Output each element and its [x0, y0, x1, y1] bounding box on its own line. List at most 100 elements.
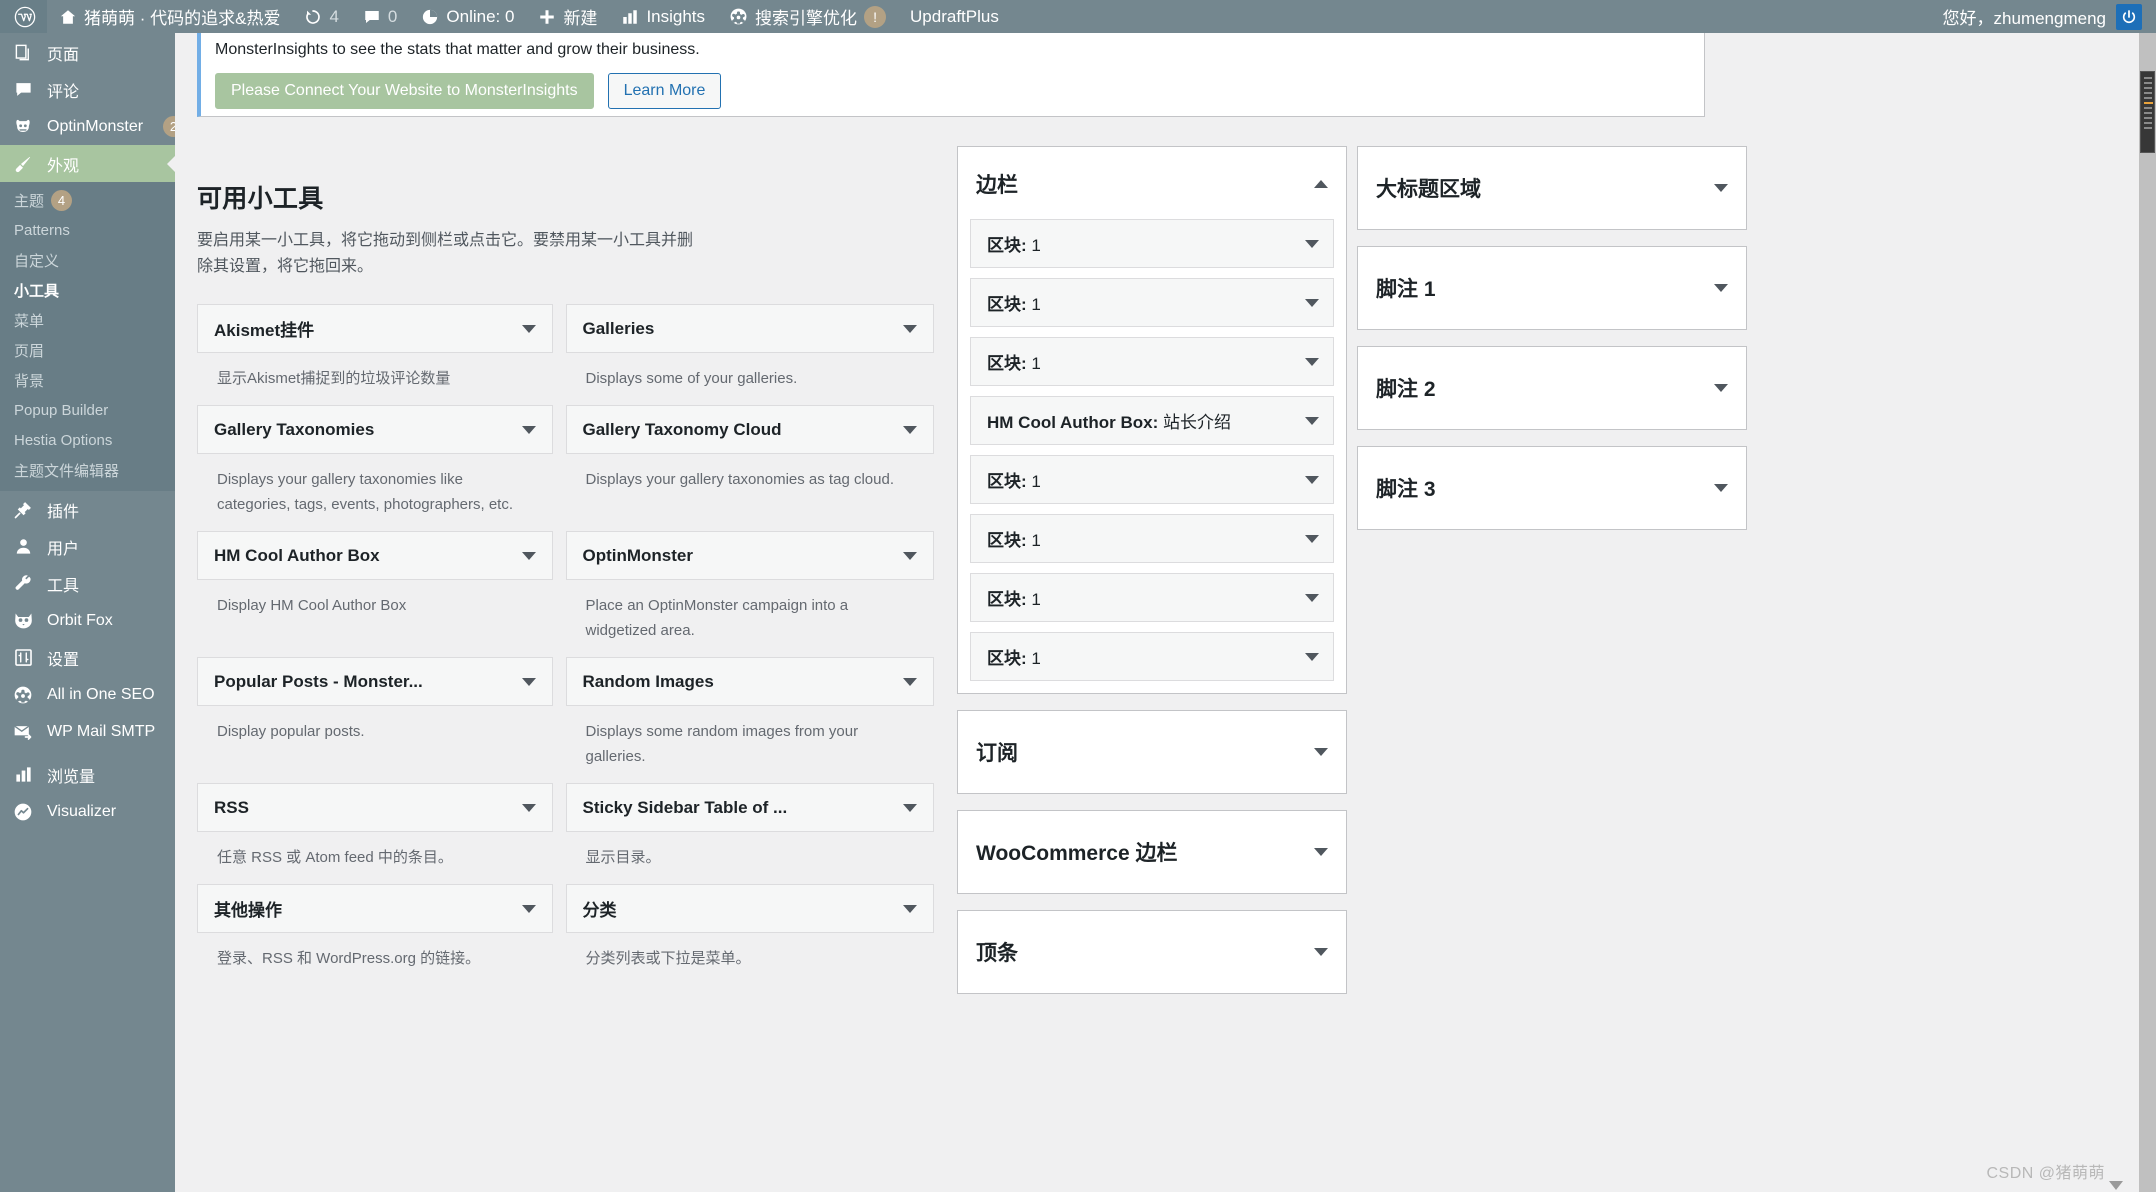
sidebar-item-plugins[interactable]: 插件 — [0, 491, 175, 528]
chevron-down-icon[interactable] — [521, 803, 536, 812]
sidebar-item-comments[interactable]: 评论 — [0, 71, 175, 108]
sidebar-item-optinmonster[interactable]: OptinMonster 2 — [0, 108, 175, 145]
chevron-up-icon[interactable] — [1314, 180, 1328, 188]
chevron-down-icon[interactable] — [1305, 298, 1319, 307]
chevron-down-icon[interactable] — [1305, 357, 1319, 366]
widget-area-header[interactable]: 订阅 — [958, 711, 1346, 793]
assigned-widget[interactable]: 区块: 1 — [970, 337, 1334, 386]
chevron-down-icon[interactable] — [903, 324, 917, 333]
comments-button[interactable]: 0 — [351, 0, 409, 33]
sidebar-subitem-hestia-options[interactable]: Hestia Options — [0, 425, 175, 455]
power-icon[interactable] — [2116, 3, 2142, 30]
chevron-down-icon[interactable] — [521, 425, 536, 434]
chevron-down-icon[interactable] — [1314, 948, 1328, 956]
assigned-widget[interactable]: 区块: 1 — [970, 455, 1334, 504]
learn-more-button[interactable]: Learn More — [607, 73, 722, 109]
updates-button[interactable]: 4 — [292, 0, 350, 33]
sidebar-item-orbit-fox[interactable]: Orbit Fox — [0, 602, 175, 639]
page-scrollbar[interactable] — [2139, 33, 2156, 1192]
available-widget[interactable]: RSS — [197, 783, 553, 832]
chevron-down-icon[interactable] — [903, 803, 917, 812]
sidebar-item-wp-mail-smtp[interactable]: WP Mail SMTP — [0, 713, 175, 750]
available-widget[interactable]: 其他操作 — [197, 884, 553, 933]
widget-area-header[interactable]: 顶条 — [958, 911, 1346, 993]
chevron-down-icon[interactable] — [1305, 593, 1319, 602]
sidebar-item-visualizer[interactable]: Visualizer — [0, 793, 175, 830]
assigned-widget-value-text: 1 — [1031, 295, 1041, 314]
available-widget[interactable]: Gallery Taxonomies — [197, 405, 553, 454]
chevron-down-icon[interactable] — [903, 551, 917, 560]
sidebar-subitem-widgets[interactable]: 小工具 — [0, 275, 175, 305]
chevron-down-icon[interactable] — [1714, 184, 1728, 192]
chevron-down-icon[interactable] — [1714, 484, 1728, 492]
available-widget-title: OptinMonster — [582, 545, 694, 565]
widget-area-header[interactable]: WooCommerce 边栏 — [958, 811, 1346, 893]
available-widget[interactable]: Popular Posts - Monster... — [197, 657, 553, 706]
account-greeting[interactable]: 您好，zhumengmeng — [1943, 4, 2106, 29]
widget-area-header[interactable]: 边栏 — [958, 147, 1346, 219]
chevron-down-icon[interactable] — [521, 677, 536, 686]
chevron-down-icon[interactable] — [1714, 384, 1728, 392]
chevron-down-icon[interactable] — [903, 425, 917, 434]
sidebar-subitem-patterns[interactable]: Patterns — [0, 215, 175, 245]
seo-button[interactable]: 搜索引擎优化 ! — [717, 0, 898, 33]
chevron-down-icon[interactable] — [1305, 652, 1319, 661]
chevron-down-icon[interactable] — [1305, 534, 1319, 543]
scrollbar-thumb[interactable] — [2140, 71, 2155, 153]
sidebar-subitem-header[interactable]: 页眉 — [0, 335, 175, 365]
sidebar-item-settings[interactable]: 设置 — [0, 639, 175, 676]
chevron-down-icon[interactable] — [1314, 748, 1328, 756]
chevron-down-icon[interactable] — [521, 904, 536, 913]
chevron-down-icon[interactable] — [1305, 239, 1319, 248]
assigned-widget[interactable]: 区块: 1 — [970, 278, 1334, 327]
widget-area-header[interactable]: 大标题区域 — [1358, 147, 1746, 229]
updraftplus-button[interactable]: UpdraftPlus — [898, 0, 1011, 33]
widget-area: 脚注 2 — [1357, 346, 1747, 430]
chevron-down-icon[interactable] — [521, 324, 536, 333]
sidebar-subitem-theme-file-editor[interactable]: 主题文件编辑器 — [0, 455, 175, 485]
updraftplus-label: UpdraftPlus — [910, 6, 999, 26]
chevron-down-icon[interactable] — [903, 677, 917, 686]
chevron-down-icon[interactable] — [1714, 284, 1728, 292]
sidebar-subitem-customize[interactable]: 自定义 — [0, 245, 175, 275]
chevron-down-icon[interactable] — [1314, 848, 1328, 856]
widget-area-header[interactable]: 脚注 2 — [1358, 347, 1746, 429]
sidebar-item-users[interactable]: 用户 — [0, 528, 175, 565]
assigned-widget[interactable]: HM Cool Author Box: 站长介绍 — [970, 396, 1334, 445]
chevron-down-icon[interactable] — [521, 551, 536, 560]
new-content-button[interactable]: 新建 — [526, 0, 609, 33]
available-widget[interactable]: Gallery Taxonomy Cloud — [565, 405, 934, 454]
chevron-down-icon[interactable] — [903, 904, 917, 913]
sidebar-item-views[interactable]: 浏览量 — [0, 756, 175, 793]
sidebar-subitem-themes[interactable]: 主题 4 — [0, 185, 175, 215]
available-widget[interactable]: HM Cool Author Box — [197, 531, 553, 580]
online-button[interactable]: Online: 0 — [409, 0, 526, 33]
available-widget[interactable]: 分类 — [565, 884, 934, 933]
assigned-widget[interactable]: 区块: 1 — [970, 514, 1334, 563]
insights-button[interactable]: Insights — [609, 0, 717, 33]
widget-area-header[interactable]: 脚注 1 — [1358, 247, 1746, 329]
available-widget[interactable]: Random Images — [565, 657, 934, 706]
assigned-widget-name: 区块: — [987, 295, 1027, 314]
sidebar-subitem-popup-builder[interactable]: Popup Builder — [0, 395, 175, 425]
sidebar-item-pages[interactable]: 页面 — [0, 34, 175, 71]
site-name-button[interactable]: 猪萌萌 · 代码的追求&热爱 — [47, 0, 292, 33]
chevron-down-icon[interactable] — [1305, 475, 1319, 484]
sidebar-subitem-background[interactable]: 背景 — [0, 365, 175, 395]
assigned-widget[interactable]: 区块: 1 — [970, 219, 1334, 268]
assigned-widget[interactable]: 区块: 1 — [970, 573, 1334, 622]
available-widget[interactable]: Galleries — [565, 304, 934, 353]
available-widget[interactable]: OptinMonster — [565, 531, 934, 580]
sidebar-item-all-in-one-seo[interactable]: All in One SEO — [0, 676, 175, 713]
chevron-down-icon[interactable] — [1305, 416, 1319, 425]
sidebar-item-tools[interactable]: 工具 — [0, 565, 175, 602]
available-widget[interactable]: Akismet挂件 — [197, 304, 553, 353]
wp-logo-button[interactable] — [0, 0, 47, 33]
available-widget[interactable]: Sticky Sidebar Table of ... — [565, 783, 934, 832]
assigned-widget[interactable]: 区块: 1 — [970, 632, 1334, 681]
widget-area-header[interactable]: 脚注 3 — [1358, 447, 1746, 529]
sidebar-item-appearance[interactable]: 外观 — [0, 145, 175, 182]
sidebar-item-label: 工具 — [47, 577, 80, 595]
sidebar-subitem-menus[interactable]: 菜单 — [0, 305, 175, 335]
connect-website-button[interactable]: Please Connect Your Website to MonsterIn… — [215, 73, 594, 109]
